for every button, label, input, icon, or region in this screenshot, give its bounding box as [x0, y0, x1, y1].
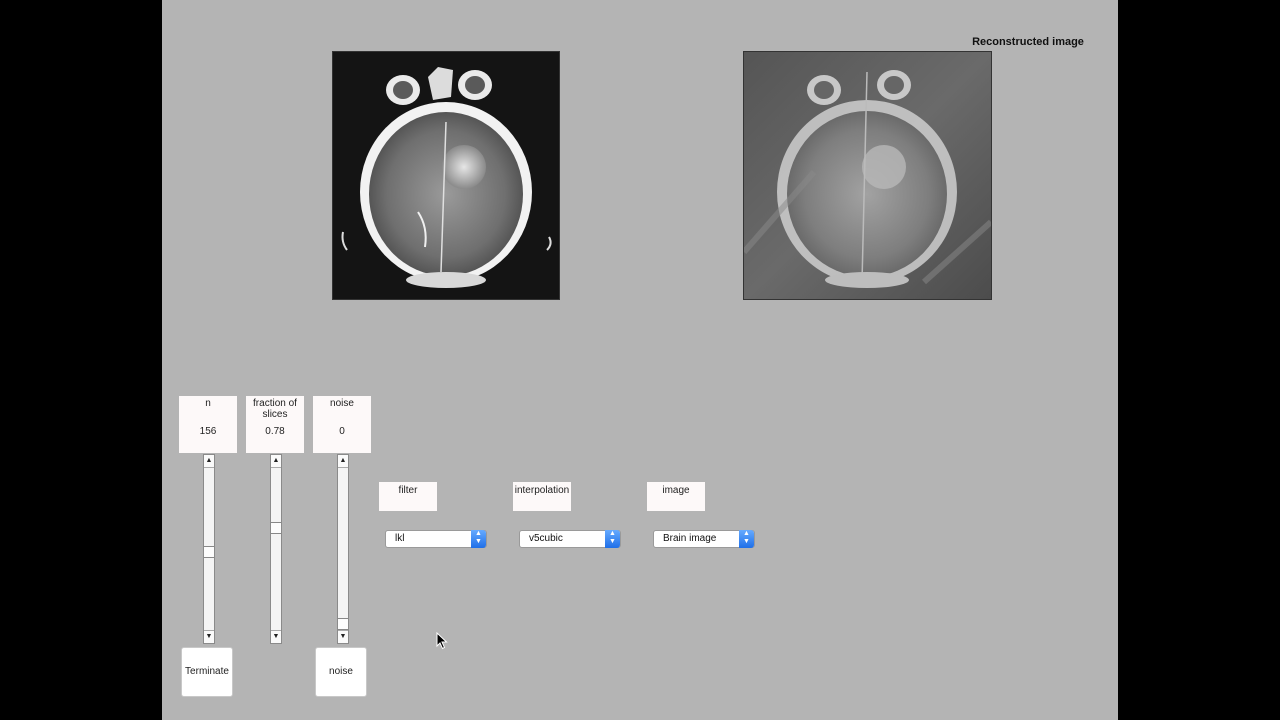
figure-window: Reconstructed image n 156 fraction of sl…	[162, 0, 1118, 720]
arrow-down-icon[interactable]: ▼	[204, 630, 214, 643]
image-label: image	[647, 482, 705, 511]
n-value: 156	[199, 426, 217, 437]
chevron-updown-icon[interactable]: ▲ ▼	[605, 530, 620, 548]
interpolation-label: interpolation	[513, 482, 571, 511]
original-image-axes	[332, 51, 560, 300]
n-slider[interactable]: ▲ ▼	[203, 454, 215, 644]
chevron-updown-icon[interactable]: ▲ ▼	[739, 530, 754, 548]
filter-label: filter	[379, 482, 437, 511]
noise-value: 0	[339, 426, 345, 437]
fraction-of-slices-label: fraction of slices	[253, 398, 297, 420]
reconstructed-image-axes	[743, 51, 992, 300]
filter-selected-value: lkl	[395, 533, 405, 544]
brain-ct-reconstructed-image	[744, 52, 991, 299]
fraction-label-box: fraction of slices 0.78	[246, 396, 304, 453]
noise-label-box: noise 0	[313, 396, 371, 453]
noise-slider-thumb[interactable]	[338, 618, 348, 630]
fraction-of-slices-value: 0.78	[265, 426, 285, 437]
arrow-up-icon[interactable]: ▲	[338, 455, 348, 468]
noise-button[interactable]: noise	[315, 647, 367, 697]
n-label-box: n 156	[179, 396, 237, 453]
arrow-down-icon[interactable]: ▼	[271, 630, 281, 643]
image-selected-value: Brain image	[663, 533, 717, 544]
arrow-down-icon[interactable]: ▼	[338, 630, 348, 643]
noise-label: noise	[330, 398, 354, 409]
image-select[interactable]: Brain image ▲ ▼	[653, 530, 755, 548]
filter-select[interactable]: lkl ▲ ▼	[385, 530, 487, 548]
arrow-up-icon[interactable]: ▲	[204, 455, 214, 468]
chevron-updown-icon[interactable]: ▲ ▼	[471, 530, 486, 548]
n-slider-thumb[interactable]	[204, 546, 214, 558]
noise-slider[interactable]: ▲ ▼	[337, 454, 349, 644]
n-label: n	[205, 398, 211, 409]
arrow-up-icon[interactable]: ▲	[271, 455, 281, 468]
interpolation-select[interactable]: v5cubic ▲ ▼	[519, 530, 621, 548]
fraction-of-slices-slider-thumb[interactable]	[271, 522, 281, 534]
brain-ct-original-image	[333, 52, 559, 299]
reconstructed-image-title: Reconstructed image	[972, 36, 1084, 48]
interpolation-selected-value: v5cubic	[529, 533, 563, 544]
terminate-button[interactable]: Terminate	[181, 647, 233, 697]
mouse-pointer-icon	[436, 632, 448, 650]
fraction-of-slices-slider[interactable]: ▲ ▼	[270, 454, 282, 644]
